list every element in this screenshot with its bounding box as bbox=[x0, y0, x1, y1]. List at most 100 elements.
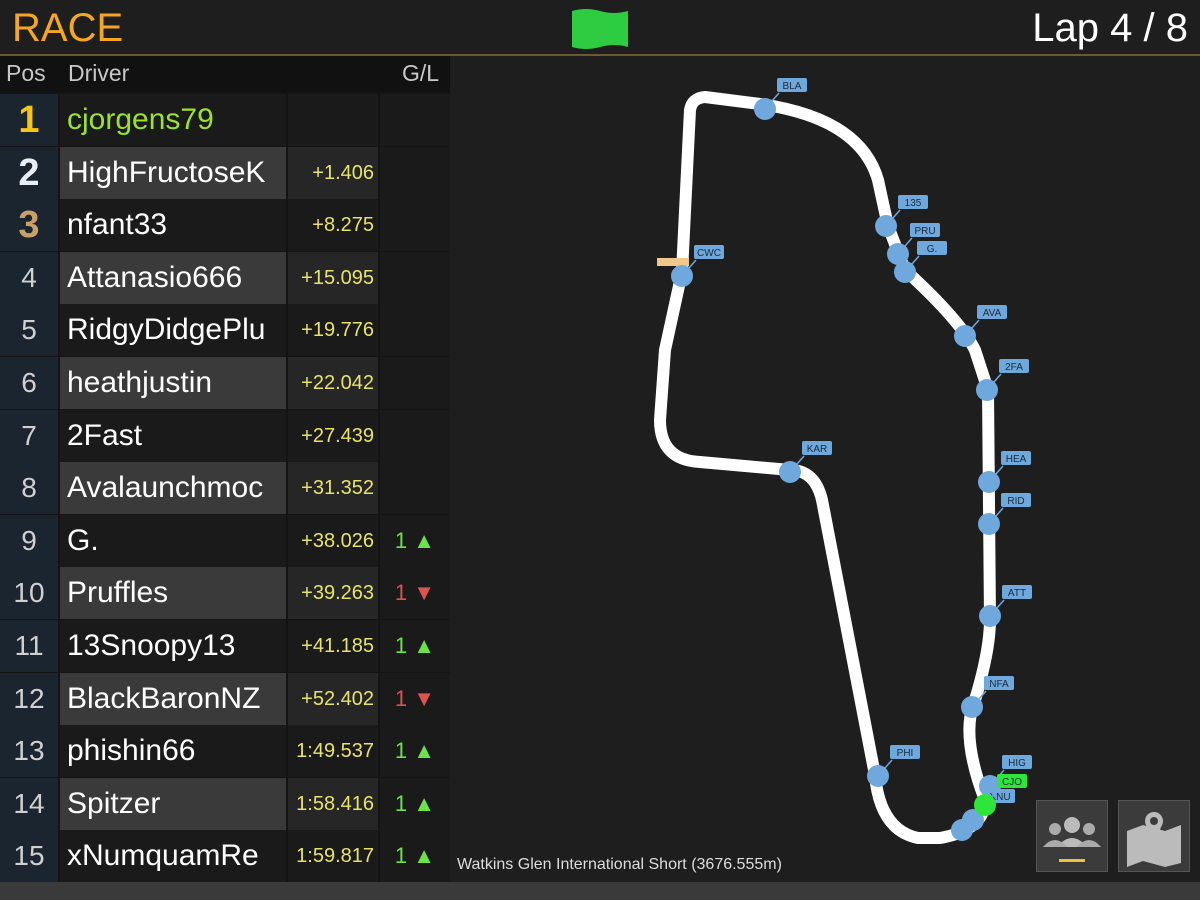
car-dot[interactable] bbox=[976, 379, 998, 401]
column-gain-loss: G/L bbox=[402, 60, 440, 86]
car-label: KAR bbox=[807, 444, 828, 455]
gain-loss-count: 1 bbox=[394, 738, 408, 764]
position-cell: 5 bbox=[0, 304, 58, 357]
arrow-up-icon: ▲ bbox=[407, 738, 436, 764]
table-row[interactable]: 7 2Fast +27.439 bbox=[0, 409, 450, 462]
car-label: RID bbox=[1007, 496, 1024, 507]
track-name: Watkins Glen International Short (3676.5… bbox=[457, 856, 782, 873]
table-row[interactable]: 8 Avalaunchmoc +31.352 bbox=[0, 462, 450, 515]
car-dot[interactable] bbox=[671, 265, 693, 287]
driver-name: phishin66 bbox=[60, 725, 286, 778]
table-row[interactable]: 1 cjorgens79 bbox=[0, 94, 450, 146]
driver-name: cjorgens79 bbox=[60, 94, 286, 146]
map-view-button[interactable] bbox=[1118, 800, 1190, 872]
car-label: HEA bbox=[1006, 454, 1027, 465]
position-cell: 7 bbox=[0, 409, 58, 462]
table-row[interactable]: 5 RidgyDidgePlu +19.776 bbox=[0, 304, 450, 357]
car-dot[interactable] bbox=[951, 819, 973, 841]
car-marker[interactable]: AVA bbox=[954, 305, 1007, 347]
gain-loss-count: 1 bbox=[394, 527, 408, 553]
leaderboard: Pos Driver G/L 1 cjorgens79 2 HighFructoseK… bbox=[0, 56, 450, 883]
gap-cell: +31.352 bbox=[288, 462, 378, 515]
driver-name: xNumquamRe bbox=[60, 830, 286, 883]
table-row[interactable]: 3 nfant33 +8.275 bbox=[0, 199, 450, 252]
driver-name: RidgyDidgePlu bbox=[60, 304, 286, 357]
driver-name: Attanasio666 bbox=[60, 251, 286, 304]
arrow-up-icon: ▲ bbox=[407, 633, 436, 658]
table-row[interactable]: 10 Pruffles +39.263 1 ▼ bbox=[0, 567, 450, 620]
car-dot[interactable] bbox=[954, 325, 976, 347]
top-bar: RACE Lap 4 / 8 bbox=[0, 0, 1200, 56]
position-cell: 9 bbox=[0, 514, 58, 567]
driver-name: 2Fast bbox=[60, 409, 286, 462]
driver-name: nfant33 bbox=[60, 199, 286, 252]
map-icon bbox=[1127, 812, 1181, 867]
car-label: CWC bbox=[697, 248, 721, 259]
gap-cell: +27.439 bbox=[288, 409, 378, 462]
position-cell: 15 bbox=[0, 830, 58, 883]
car-label: AVA bbox=[983, 308, 1002, 319]
gain-loss-cell bbox=[380, 199, 450, 252]
car-label: BLA bbox=[783, 81, 802, 92]
table-row[interactable]: 13 phishin66 1:49.537 1 ▲ bbox=[0, 725, 450, 778]
car-dot[interactable] bbox=[754, 98, 776, 120]
table-row[interactable]: 2 HighFructoseK +1.406 bbox=[0, 146, 450, 199]
car-dot[interactable] bbox=[779, 461, 801, 483]
gap-cell: +39.263 bbox=[288, 567, 378, 620]
position-cell: 4 bbox=[0, 251, 58, 304]
lap-total: 8 bbox=[1165, 6, 1188, 50]
car-label: PHI bbox=[897, 748, 914, 759]
gain-loss-count: 1 bbox=[394, 843, 408, 869]
gap-cell: +41.185 bbox=[288, 620, 378, 672]
drivers-view-button[interactable] bbox=[1036, 800, 1108, 872]
position-cell: 2 bbox=[0, 146, 58, 199]
table-row[interactable]: 14 Spitzer 1:58.416 1 ▲ bbox=[0, 777, 450, 830]
driver-name: BlackBaronNZ bbox=[60, 672, 286, 725]
arrow-up-icon: ▲ bbox=[407, 790, 436, 816]
lap-label: Lap bbox=[1032, 6, 1099, 50]
gap-cell: +52.402 bbox=[288, 672, 378, 725]
gain-loss-cell: 1 ▼ bbox=[380, 567, 450, 620]
table-row[interactable]: 12 BlackBaronNZ +52.402 1 ▼ bbox=[0, 672, 450, 725]
car-dot[interactable] bbox=[979, 605, 1001, 627]
green-flag-icon bbox=[572, 9, 628, 49]
driver-name: 13Snoopy13 bbox=[60, 620, 286, 672]
car-label: PRU bbox=[914, 226, 935, 237]
table-row[interactable]: 11 13Snoopy13 +41.185 1 ▲ bbox=[0, 620, 450, 672]
position-cell: 13 bbox=[0, 725, 58, 778]
track-map[interactable]: BLA 135 PRU G. AVA 2FA HEA RID ATT NFA HIG XNU PHI KA… bbox=[452, 56, 1200, 882]
arrow-up-icon: ▲ bbox=[407, 843, 436, 869]
gap-cell: +19.776 bbox=[288, 304, 378, 357]
car-dot[interactable] bbox=[867, 765, 889, 787]
table-row[interactable]: 9 G. +38.026 1 ▲ bbox=[0, 514, 450, 567]
gain-loss-cell: 1 ▼ bbox=[380, 672, 450, 725]
car-dot[interactable] bbox=[875, 215, 897, 237]
car-marker[interactable]: NFA bbox=[961, 676, 1014, 718]
car-label: G. bbox=[927, 244, 938, 255]
arrow-down-icon: ▼ bbox=[407, 580, 436, 606]
driver-name: Spitzer bbox=[60, 777, 286, 830]
session-title: RACE bbox=[12, 6, 124, 50]
arrow-up-icon: ▲ bbox=[407, 527, 436, 553]
bottom-bar bbox=[0, 882, 1200, 900]
gap-cell: +22.042 bbox=[288, 357, 378, 409]
car-dot[interactable] bbox=[974, 794, 996, 816]
arrow-down-icon: ▼ bbox=[407, 685, 436, 711]
driver-name: G. bbox=[60, 514, 286, 567]
position-cell: 10 bbox=[0, 567, 58, 620]
table-row[interactable]: 6 heathjustin +22.042 bbox=[0, 357, 450, 409]
car-dot[interactable] bbox=[978, 513, 1000, 535]
car-dot[interactable] bbox=[978, 471, 1000, 493]
car-dot[interactable] bbox=[894, 261, 916, 283]
gain-loss-cell: 1 ▲ bbox=[380, 777, 450, 830]
position-cell: 6 bbox=[0, 357, 58, 409]
gain-loss-cell bbox=[380, 94, 450, 146]
car-dot[interactable] bbox=[961, 696, 983, 718]
table-row[interactable]: 15 xNumquamRe 1:59.817 1 ▲ bbox=[0, 830, 450, 883]
table-row[interactable]: 4 Attanasio666 +15.095 bbox=[0, 251, 450, 304]
gap-cell bbox=[288, 94, 378, 146]
leaderboard-header: Pos Driver G/L bbox=[0, 56, 450, 92]
car-label: CJO bbox=[1002, 777, 1022, 788]
position-cell: 11 bbox=[0, 620, 58, 672]
car-label: 2FA bbox=[1005, 362, 1023, 373]
